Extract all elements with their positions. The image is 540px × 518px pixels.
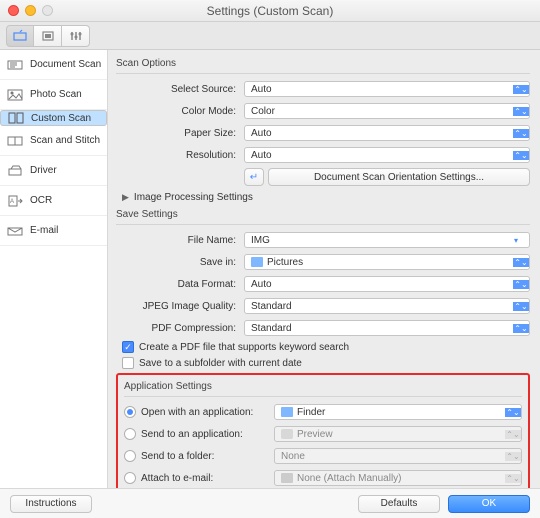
defaults-button[interactable]: Defaults [358, 495, 440, 513]
file-name-label: File Name: [116, 235, 244, 246]
sidebar-item-label: Photo Scan [30, 89, 82, 100]
reset-icon: ↵ [250, 172, 258, 183]
resolution-dropdown[interactable]: Auto⌃⌄ [244, 147, 530, 163]
send-to-app-label: Send to an application: [141, 429, 243, 440]
chevron-updown-icon: ⌃⌄ [513, 258, 529, 267]
chevron-updown-icon: ⌃⌄ [505, 452, 521, 461]
jpeg-quality-dropdown[interactable]: Standard⌃⌄ [244, 298, 530, 314]
open-with-app-label: Open with an application: [141, 407, 253, 418]
ocr-icon: A [6, 194, 24, 208]
save-in-dropdown[interactable]: Pictures⌃⌄ [244, 254, 530, 270]
preview-icon [281, 429, 293, 439]
attach-email-dropdown: None (Attach Manually)⌃⌄ [274, 470, 522, 486]
folder-icon [251, 257, 263, 267]
sidebar-item-label: OCR [30, 195, 52, 206]
email-icon [6, 224, 24, 238]
content-pane: Scan Options Select Source: Auto⌃⌄ Color… [108, 50, 540, 488]
open-with-app-dropdown[interactable]: Finder⌃⌄ [274, 404, 522, 420]
tab-scan-from-computer[interactable] [6, 25, 34, 47]
chevron-updown-icon: ⌃⌄ [513, 107, 529, 116]
send-to-app-dropdown: Preview⌃⌄ [274, 426, 522, 442]
chevron-down-icon: ▾ [509, 236, 523, 245]
jpeg-quality-label: JPEG Image Quality: [116, 301, 244, 312]
save-in-label: Save in: [116, 257, 244, 268]
sidebar-item-label: Scan and Stitch [30, 135, 100, 146]
sidebar-item-ocr[interactable]: A OCR [0, 186, 107, 216]
chevron-updown-icon: ⌃⌄ [505, 430, 521, 439]
attach-email-radio[interactable] [124, 472, 136, 484]
image-processing-disclosure[interactable]: ▶ Image Processing Settings [122, 192, 530, 203]
chevron-updown-icon: ⌃⌄ [505, 474, 521, 483]
send-to-app-radio[interactable] [124, 428, 136, 440]
sidebar-item-email[interactable]: E-mail [0, 216, 107, 246]
sidebar-item-label: Document Scan [30, 59, 101, 70]
chevron-updown-icon: ⌃⌄ [513, 129, 529, 138]
keyword-search-label: Create a PDF file that supports keyword … [139, 342, 349, 353]
pdf-compression-dropdown[interactable]: Standard⌃⌄ [244, 320, 530, 336]
attach-email-label: Attach to e-mail: [141, 473, 213, 484]
custom-icon [7, 111, 25, 125]
send-to-folder-dropdown: None⌃⌄ [274, 448, 522, 464]
pdf-compression-label: PDF Compression: [116, 323, 244, 334]
chevron-updown-icon: ⌃⌄ [513, 324, 529, 333]
mail-icon [281, 473, 293, 483]
file-name-input[interactable]: IMG▾ [244, 232, 530, 248]
subfolder-date-label: Save to a subfolder with current date [139, 358, 302, 369]
chevron-updown-icon: ⌃⌄ [513, 302, 529, 311]
sidebar-item-label: E-mail [30, 225, 58, 236]
keyword-search-checkbox[interactable]: ✓ [122, 341, 134, 353]
sidebar: Document Scan Photo Scan Custom Scan Sca… [0, 50, 108, 488]
application-settings-title: Application Settings [124, 381, 522, 392]
chevron-updown-icon: ⌃⌄ [513, 280, 529, 289]
send-to-folder-label: Send to a folder: [141, 451, 214, 462]
paper-size-label: Paper Size: [116, 128, 244, 139]
sidebar-item-photo-scan[interactable]: Photo Scan [0, 80, 107, 110]
color-mode-label: Color Mode: [116, 106, 244, 117]
tab-general-settings[interactable] [62, 25, 90, 47]
paper-size-dropdown[interactable]: Auto⌃⌄ [244, 125, 530, 141]
finder-icon [281, 407, 293, 417]
open-with-app-radio[interactable] [124, 406, 136, 418]
footer: Instructions Defaults OK [0, 488, 540, 518]
select-source-dropdown[interactable]: Auto⌃⌄ [244, 81, 530, 97]
driver-icon [6, 164, 24, 178]
triangle-right-icon: ▶ [122, 192, 129, 203]
sidebar-item-custom-scan[interactable]: Custom Scan [0, 110, 107, 126]
chevron-updown-icon: ⌃⌄ [513, 85, 529, 94]
orientation-settings-button[interactable]: Document Scan Orientation Settings... [268, 168, 530, 186]
tab-scan-from-panel[interactable] [34, 25, 62, 47]
sidebar-item-driver[interactable]: Driver [0, 156, 107, 186]
data-format-label: Data Format: [116, 279, 244, 290]
orientation-reset-button[interactable]: ↵ [244, 168, 264, 186]
select-source-label: Select Source: [116, 84, 244, 95]
stitch-icon [6, 134, 24, 148]
resolution-label: Resolution: [116, 150, 244, 161]
data-format-dropdown[interactable]: Auto⌃⌄ [244, 276, 530, 292]
titlebar: Settings (Custom Scan) [0, 0, 540, 22]
sidebar-item-scan-and-stitch[interactable]: Scan and Stitch [0, 126, 107, 156]
photo-icon [6, 88, 24, 102]
chevron-updown-icon: ⌃⌄ [505, 408, 521, 417]
scan-options-title: Scan Options [116, 58, 530, 69]
window-title: Settings (Custom Scan) [0, 4, 540, 18]
sidebar-item-label: Driver [30, 165, 57, 176]
send-to-folder-radio[interactable] [124, 450, 136, 462]
application-settings-section: Application Settings Open with an applic… [116, 373, 530, 488]
save-settings-title: Save Settings [116, 209, 530, 220]
color-mode-dropdown[interactable]: Color⌃⌄ [244, 103, 530, 119]
toolbar [0, 22, 540, 50]
chevron-updown-icon: ⌃⌄ [513, 151, 529, 160]
svg-text:A: A [10, 199, 14, 205]
subfolder-date-checkbox[interactable] [122, 357, 134, 369]
sidebar-item-label: Custom Scan [31, 113, 91, 124]
sidebar-item-document-scan[interactable]: Document Scan [0, 50, 107, 80]
document-icon [6, 58, 24, 72]
instructions-button[interactable]: Instructions [10, 495, 92, 513]
ok-button[interactable]: OK [448, 495, 530, 513]
